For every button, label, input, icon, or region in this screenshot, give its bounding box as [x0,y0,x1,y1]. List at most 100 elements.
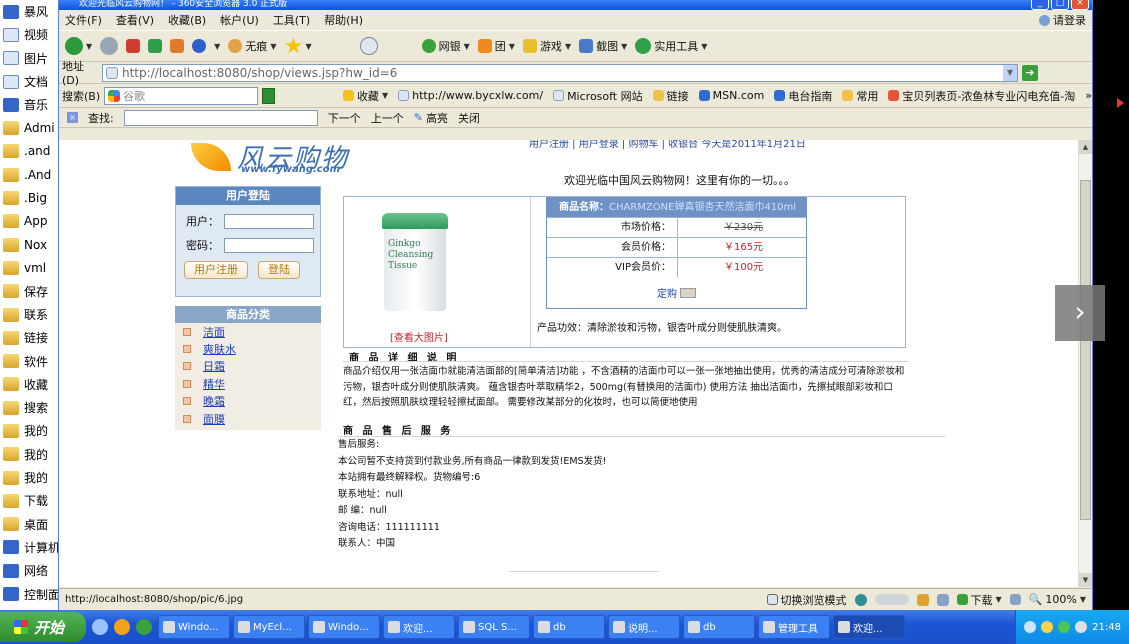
password-input[interactable] [224,237,314,253]
find-input[interactable] [123,109,318,126]
desktop-item[interactable]: 暴风 [0,0,58,23]
scroll-thumb[interactable] [1080,180,1091,520]
category-link[interactable]: 精华 [203,376,225,392]
desktop-item[interactable]: 保存 [0,280,58,303]
login-button[interactable]: 登陆 [258,261,300,279]
desktop-item[interactable]: 收藏 [0,373,58,396]
scroll-down-arrow[interactable]: ▼ [1079,573,1092,587]
fav-link-radio[interactable]: 电台指南 [774,88,832,104]
category-link[interactable]: 面膜 [203,411,225,427]
tray-security-icon[interactable] [1041,621,1054,633]
go-button[interactable]: ➔ [1022,64,1038,81]
taskbar-button[interactable]: db [533,615,605,639]
taskbar-button[interactable]: MyEcl... [233,615,305,639]
product-image[interactable]: Ginkgo Cleansing Tissue [382,213,448,311]
tools-icon[interactable] [936,593,949,606]
undo-button[interactable] [192,39,207,53]
desktop-item[interactable]: Nox [0,233,58,256]
desktop-item[interactable]: 我的 [0,419,58,442]
address-input[interactable]: http://localhost:8080/shop/views.jsp?hw_… [102,63,1018,82]
username-input[interactable] [224,213,314,229]
favorites-menu[interactable]: 收藏 ▼ [342,88,388,104]
ie-mode-icon[interactable] [854,593,867,606]
menu-favorites[interactable]: 收藏(B) [168,12,206,28]
highlight-button[interactable]: ✎ 高亮 [414,110,448,126]
no-trace-button[interactable]: 无痕 ▼ [228,38,276,54]
fav-link-links[interactable]: 链接 [652,88,689,104]
maximize-button[interactable]: □ [1051,0,1069,10]
fav-link-taobao[interactable]: 宝贝列表页-浓鱼林专业闪电充值-淘 [888,88,1075,104]
fav-link-common[interactable]: 常用 [842,88,878,104]
find-next-button[interactable]: 下一个 [328,110,361,126]
taskbar-button[interactable]: 说明... [608,615,680,639]
find-close-button[interactable]: 关闭 [458,110,480,126]
taskbar-button[interactable]: db [683,615,755,639]
scroll-up-arrow[interactable]: ▲ [1079,140,1092,154]
desktop-item[interactable]: .And [0,163,58,186]
taskbar-button[interactable]: SQL S... [458,615,530,639]
taskbar-button[interactable]: Windo... [158,615,230,639]
taskbar-button[interactable]: 欢迎... [833,615,905,639]
desktop-item[interactable]: 控制面 [0,582,58,605]
favorites-more-chevron[interactable]: » [1085,89,1092,102]
games-button[interactable]: 游戏 ▼ [522,38,571,54]
desktop-item[interactable]: .Big [0,186,58,209]
search-input[interactable]: 谷歌 [104,86,259,105]
desktop-item[interactable]: 图片 [0,47,58,70]
menu-view[interactable]: 查看(V) [116,12,154,28]
register-button[interactable]: 用户注册 [184,261,248,279]
stop-button[interactable] [126,39,141,53]
sound-icon[interactable] [1009,594,1021,605]
home-button[interactable] [170,39,185,53]
site-logo[interactable]: 风云购物 www.fywang.com [191,140,349,175]
desktop-item[interactable]: .and [0,140,58,163]
desktop-item[interactable]: 搜索 [0,396,58,419]
quicklaunch-ie-icon[interactable] [92,619,108,635]
desktop-item[interactable]: 链接 [0,326,58,349]
login-link[interactable]: 请登录 [1039,12,1086,28]
close-window-button[interactable]: × [1071,0,1089,10]
desktop-item[interactable]: App [0,210,58,233]
start-button[interactable]: 开始 [0,612,86,642]
tray-network-icon[interactable] [1024,621,1037,633]
order-button[interactable]: 定购 [657,285,696,300]
online-bank-button[interactable]: 网银 ▼ [421,38,470,54]
desktop-item[interactable]: 我的 [0,466,58,489]
tray-volume-icon[interactable] [1075,621,1088,633]
menu-help[interactable]: 帮助(H) [324,12,363,28]
fav-link-bycxlw[interactable]: http://www.bycxlw.com/ [398,89,543,102]
quicklaunch-360-icon[interactable] [136,619,152,635]
forward-button[interactable] [100,37,119,55]
back-button[interactable]: ▼ [65,37,92,55]
window-titlebar[interactable]: 欢迎光临风云购物网！ - 360安全浏览器 3.0 正式版 _ □ × [59,0,1092,10]
desktop-item[interactable]: 软件 [0,349,58,372]
desktop-item[interactable]: Admi [0,116,58,139]
favorite-star-button[interactable]: ▼ [284,37,312,55]
toggle-switch[interactable] [874,594,909,605]
desktop-item[interactable]: 音乐 [0,93,58,116]
vertical-scrollbar[interactable]: ▲ ▼ [1078,140,1092,587]
taskbar-button[interactable]: 管理工具 [758,615,830,639]
desktop-item[interactable]: vml [0,256,58,279]
group-buy-button[interactable]: 团 ▼ [477,38,515,54]
menu-tools[interactable]: 工具(T) [273,12,310,28]
desktop-item[interactable]: 文档 [0,70,58,93]
menu-account[interactable]: 帐户(U) [220,12,259,28]
tools-button[interactable]: 实用工具 ▼ [635,38,707,54]
taskbar-button[interactable]: Windo... [308,615,380,639]
next-slide-chevron-icon[interactable]: › [1055,285,1105,341]
tray-360-icon[interactable] [1058,621,1071,633]
zoom-button[interactable]: 🔍 100% ▼ [1029,593,1086,606]
desktop-item[interactable]: 桌面 [0,513,58,536]
speed-button[interactable] [359,37,378,55]
fav-link-microsoft[interactable]: Microsoft 网站 [553,88,643,104]
switch-mode-button[interactable]: 切换浏览模式 [766,592,847,608]
desktop-item[interactable]: 计算机 [0,536,58,559]
top-nav[interactable]: 用户注册 | 用户登录 | 购物车 | 收银台 今天是2011年1月21日 [529,140,806,150]
refresh-button[interactable] [148,39,163,53]
quicklaunch-browser-icon[interactable] [114,619,130,635]
find-prev-button[interactable]: 上一个 [371,110,404,126]
download-button[interactable]: 下载 ▼ [956,592,1002,608]
screenshot-button[interactable]: 截图 ▼ [579,38,627,54]
fav-link-msn[interactable]: MSN.com [698,89,764,102]
